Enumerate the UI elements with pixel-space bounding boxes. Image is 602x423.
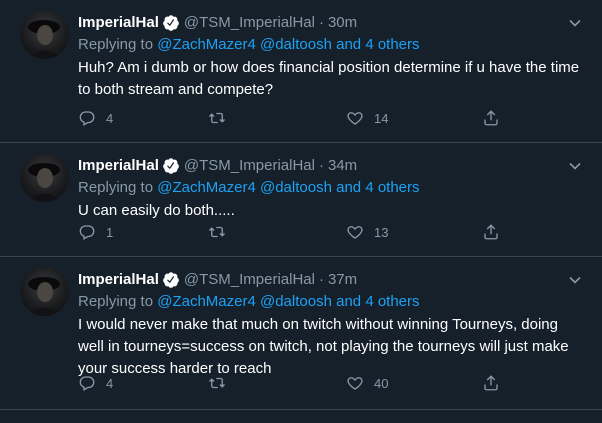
like-icon: [347, 112, 363, 125]
others-link[interactable]: 4 others: [365, 293, 419, 310]
retweet-button[interactable]: [208, 223, 236, 241]
reply-button[interactable]: 4: [78, 109, 113, 127]
verified-badge-icon: [162, 271, 180, 289]
replying-to: Replying to @ZachMazer4 @daltoosh and 4 …: [78, 36, 420, 53]
share-button[interactable]: [482, 374, 500, 392]
reply-count: 4: [106, 110, 114, 126]
chevron-down-icon[interactable]: [568, 159, 582, 173]
separator: ·: [318, 14, 324, 31]
like-icon: [347, 226, 363, 239]
retweet-button[interactable]: [208, 109, 236, 127]
tweet[interactable]: ImperialHal @TSM_ImperialHal · 37m Reply…: [0, 257, 602, 410]
mention-and[interactable]: and: [336, 293, 361, 310]
tweet-actions: 4 14: [78, 109, 498, 129]
reply-count: 1: [106, 224, 114, 240]
mention-link[interactable]: @daltoosh: [260, 179, 332, 196]
mention-link[interactable]: @daltoosh: [260, 293, 332, 310]
replying-to: Replying to @ZachMazer4 @daltoosh and 4 …: [78, 179, 420, 196]
like-count: 14: [374, 110, 389, 126]
reply-button[interactable]: 1: [78, 223, 113, 241]
avatar[interactable]: [20, 267, 69, 316]
replying-to: Replying to @ZachMazer4 @daltoosh and 4 …: [78, 293, 420, 310]
tweet-text: I would never make that much on twitch w…: [78, 316, 569, 377]
others-link[interactable]: 4 others: [365, 179, 419, 196]
reply-icon: [79, 225, 95, 240]
author-handle[interactable]: @TSM_ImperialHal: [184, 156, 315, 176]
mention-link[interactable]: @ZachMazer4: [157, 36, 256, 53]
like-button[interactable]: 13: [346, 223, 388, 241]
author-name[interactable]: ImperialHal: [78, 270, 159, 290]
retweet-icon: [209, 112, 225, 124]
share-button[interactable]: [482, 223, 500, 241]
mention-link[interactable]: @ZachMazer4: [157, 179, 256, 196]
share-button[interactable]: [482, 109, 500, 127]
verified-badge-icon: [162, 14, 180, 32]
tweet-actions: 1 13: [78, 223, 498, 243]
tweet[interactable]: ImperialHal @TSM_ImperialHal · 30m Reply…: [0, 0, 602, 143]
avatar[interactable]: [20, 10, 69, 59]
timestamp[interactable]: 37m: [328, 270, 357, 290]
others-link[interactable]: 4 others: [365, 36, 419, 53]
like-button[interactable]: 40: [346, 374, 388, 392]
reply-count: 4: [106, 375, 114, 391]
like-icon: [347, 377, 363, 390]
author-name[interactable]: ImperialHal: [78, 13, 159, 33]
reply-button[interactable]: 4: [78, 374, 113, 392]
timestamp[interactable]: 30m: [328, 13, 357, 33]
chevron-down-icon[interactable]: [568, 273, 582, 287]
tweet[interactable]: ImperialHal @TSM_ImperialHal · 34m Reply…: [0, 143, 602, 257]
reply-icon: [79, 111, 95, 126]
tweet-text: U can easily do both.....: [78, 202, 235, 219]
share-icon: [484, 375, 498, 391]
retweet-icon: [209, 377, 225, 389]
avatar[interactable]: [20, 153, 69, 202]
tweet-actions: 4 40: [78, 374, 498, 394]
timestamp[interactable]: 34m: [328, 156, 357, 176]
author-handle[interactable]: @TSM_ImperialHal: [184, 270, 315, 290]
retweet-button[interactable]: [208, 374, 236, 392]
share-icon: [484, 110, 498, 126]
mention-link[interactable]: @ZachMazer4: [157, 293, 256, 310]
author-handle[interactable]: @TSM_ImperialHal: [184, 13, 315, 33]
chevron-down-icon[interactable]: [568, 16, 582, 30]
mention-and[interactable]: and: [336, 179, 361, 196]
share-icon: [484, 224, 498, 240]
author-name[interactable]: ImperialHal: [78, 156, 159, 176]
mention-and[interactable]: and: [336, 36, 361, 53]
separator: ·: [318, 157, 324, 174]
retweet-icon: [209, 226, 225, 238]
tweet-text: Huh? Am i dumb or how does financial pos…: [78, 59, 580, 98]
separator: ·: [318, 271, 324, 288]
verified-badge-icon: [162, 157, 180, 175]
like-count: 13: [374, 224, 389, 240]
mention-link[interactable]: @daltoosh: [260, 36, 332, 53]
reply-icon: [79, 376, 95, 391]
like-button[interactable]: 14: [346, 109, 388, 127]
like-count: 40: [374, 375, 389, 391]
